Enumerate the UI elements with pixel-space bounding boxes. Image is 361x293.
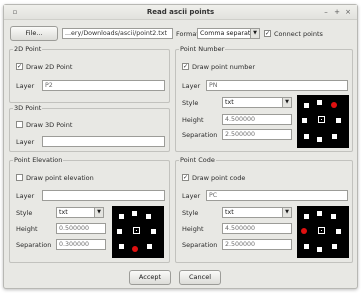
accept-button[interactable]: Accept <box>129 270 171 285</box>
draw-point-elevation-checkbox[interactable] <box>16 174 23 181</box>
position-marker[interactable] <box>317 211 322 216</box>
position-marker[interactable] <box>336 229 341 234</box>
style-code-value: txt <box>225 209 234 216</box>
position-marker[interactable] <box>119 214 124 219</box>
position-marker[interactable] <box>151 229 156 234</box>
position-marker[interactable] <box>317 100 322 105</box>
title-bar[interactable]: Read ascii points ▫ – + × <box>4 5 357 20</box>
selected-position-marker[interactable] <box>132 246 138 252</box>
center-point-icon <box>133 227 140 234</box>
draw-3d-point-label: Draw 3D Point <box>26 121 73 129</box>
group-point-code-title: Point Code <box>179 156 216 164</box>
separation-elevation-label: Separation <box>16 241 52 249</box>
format-value: Comma separator <box>200 30 257 37</box>
file-path-field[interactable]: ...ery/Downloads/ascii/point2.txt <box>62 28 173 39</box>
dialog-window: Read ascii points ▫ – + × File... ...ery… <box>3 4 358 289</box>
position-marker[interactable] <box>132 211 137 216</box>
format-label: Format <box>176 30 199 38</box>
position-marker[interactable] <box>332 134 337 139</box>
style-code-label: Style <box>182 209 199 217</box>
draw-point-code-label: Draw point code <box>192 174 246 182</box>
elevation-position-preview[interactable] <box>112 206 164 258</box>
layer-number-input[interactable]: PN <box>206 80 348 91</box>
separation-number-input[interactable]: 2.500000 <box>222 129 292 140</box>
layer-2d-label: Layer <box>16 82 35 90</box>
style-code-select[interactable]: txt ▼ <box>222 207 292 218</box>
height-code-label: Height <box>182 225 204 233</box>
separation-number-label: Separation <box>182 131 218 139</box>
center-point-icon <box>318 227 325 234</box>
separation-code-label: Separation <box>182 241 218 249</box>
height-number-label: Height <box>182 116 204 124</box>
height-elevation-label: Height <box>16 225 38 233</box>
cancel-button[interactable]: Cancel <box>179 270 221 285</box>
layer-2d-input[interactable]: P2 <box>42 80 165 91</box>
draw-point-code-checkbox[interactable]: ✓ <box>182 174 189 181</box>
layer-3d-label: Layer <box>16 138 35 146</box>
style-number-value: txt <box>225 99 234 106</box>
position-marker[interactable] <box>336 118 341 123</box>
group-2d-point-title: 2D Point <box>13 45 43 53</box>
position-marker[interactable] <box>146 214 151 219</box>
style-elevation-select[interactable]: txt ▼ <box>56 207 104 218</box>
layer-elevation-input[interactable] <box>42 190 165 201</box>
draw-3d-point-checkbox[interactable] <box>16 121 23 128</box>
position-marker[interactable] <box>317 137 322 142</box>
position-marker[interactable] <box>302 118 307 123</box>
position-marker[interactable] <box>332 244 337 249</box>
layer-code-label: Layer <box>182 192 201 200</box>
draw-2d-point-checkbox[interactable]: ✓ <box>16 63 23 70</box>
style-elevation-label: Style <box>16 209 33 217</box>
draw-point-number-checkbox[interactable]: ✓ <box>182 63 189 70</box>
position-marker[interactable] <box>304 103 309 108</box>
window-menu-icon[interactable]: ▫ <box>10 7 20 17</box>
separation-code-input[interactable]: 2.500000 <box>222 239 292 250</box>
selected-position-marker[interactable] <box>301 228 307 234</box>
height-elevation-input[interactable]: 0.500000 <box>56 223 106 234</box>
layer-code-input[interactable]: PC <box>206 190 348 201</box>
separation-elevation-input[interactable]: 0.300000 <box>56 239 106 250</box>
chevron-down-icon: ▼ <box>282 98 291 107</box>
layer-number-label: Layer <box>182 82 201 90</box>
minimize-icon[interactable]: – <box>321 7 331 17</box>
group-point-number-title: Point Number <box>179 45 226 53</box>
layer-3d-input[interactable] <box>42 136 165 147</box>
connect-points-checkbox[interactable]: ✓ <box>264 30 271 37</box>
position-marker[interactable] <box>317 247 322 252</box>
layer-elevation-label: Layer <box>16 192 35 200</box>
chevron-down-icon: ▼ <box>250 29 259 38</box>
position-marker[interactable] <box>117 229 122 234</box>
height-number-input[interactable]: 4.500000 <box>222 114 292 125</box>
group-2d-point <box>9 49 170 103</box>
position-marker[interactable] <box>304 214 309 219</box>
window-title: Read ascii points <box>146 8 215 16</box>
close-icon[interactable]: × <box>343 7 353 17</box>
group-3d-point-title: 3D Point <box>13 104 43 112</box>
style-number-select[interactable]: txt ▼ <box>222 97 292 108</box>
center-point-icon <box>318 116 325 123</box>
position-marker[interactable] <box>304 244 309 249</box>
code-position-preview[interactable] <box>297 206 349 258</box>
selected-position-marker[interactable] <box>331 102 337 108</box>
position-marker[interactable] <box>119 244 124 249</box>
group-point-elevation-title: Point Elevation <box>13 156 64 164</box>
position-marker[interactable] <box>304 134 309 139</box>
position-marker[interactable] <box>331 214 336 219</box>
style-number-label: Style <box>182 99 199 107</box>
file-button[interactable]: File... <box>10 26 58 41</box>
draw-point-elevation-label: Draw point elevation <box>26 174 94 182</box>
chevron-down-icon: ▼ <box>282 208 291 217</box>
format-select[interactable]: Comma separator ▼ <box>197 28 260 39</box>
draw-2d-point-label: Draw 2D Point <box>26 63 73 71</box>
number-position-preview[interactable] <box>297 95 349 148</box>
style-elevation-value: txt <box>59 209 68 216</box>
position-marker[interactable] <box>147 244 152 249</box>
chevron-down-icon: ▼ <box>94 208 103 217</box>
draw-point-number-label: Draw point number <box>192 63 256 71</box>
connect-points-label: Connect points <box>274 30 323 38</box>
maximize-icon[interactable]: + <box>332 7 342 17</box>
height-code-input[interactable]: 4.500000 <box>222 223 292 234</box>
